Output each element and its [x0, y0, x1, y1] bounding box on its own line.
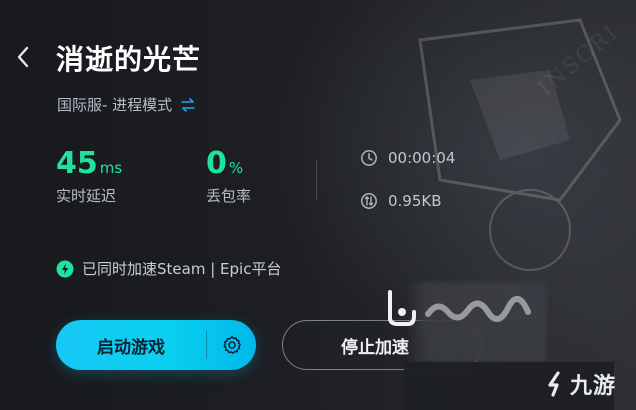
- latency-unit: ms: [99, 159, 123, 177]
- latency-stat: 45 ms 实时延迟: [56, 146, 122, 206]
- stop-acceleration-label: 停止加速: [341, 337, 409, 358]
- platform-sync-text: 已同时加速Steam | Epic平台: [82, 260, 282, 278]
- chevron-left-icon: [17, 46, 29, 68]
- clock-icon: [360, 149, 378, 167]
- duration-value: 00:00:04: [388, 149, 456, 167]
- accelerator-panel: INSCRI 消逝的光芒 国际服- 进程模式 45 ms 实时延迟 0 % 丢包…: [0, 0, 636, 410]
- packet-loss-unit: %: [228, 159, 244, 177]
- game-title: 消逝的光芒: [56, 43, 202, 76]
- swap-arrows-icon[interactable]: [180, 97, 196, 112]
- packet-loss-stat: 0 % 丢包率: [206, 146, 251, 206]
- packet-loss-value: 0: [206, 146, 227, 181]
- gear-icon: [222, 336, 241, 354]
- blurred-watermark-text: [425, 296, 531, 322]
- traffic-info: 0.95KB: [360, 192, 442, 210]
- packet-loss-label: 丢包率: [206, 187, 252, 205]
- traffic-value: 0.95KB: [388, 192, 442, 210]
- platform-sync-notice: 已同时加速Steam | Epic平台: [56, 258, 281, 279]
- latency-label: 实时延迟: [56, 187, 117, 205]
- launch-game-label: 启动游戏: [97, 337, 165, 358]
- bilibili-watermark-icon: [388, 290, 416, 326]
- jiuyou-watermark-text: 九游: [570, 374, 617, 399]
- launch-game-button[interactable]: 启动游戏: [56, 320, 256, 370]
- server-mode-label: 国际服- 进程模式: [57, 96, 173, 114]
- blurred-overlay: [406, 282, 546, 362]
- server-mode: 国际服- 进程模式: [57, 94, 196, 115]
- duration-info: 00:00:04: [360, 149, 455, 167]
- latency-value: 45: [56, 146, 98, 181]
- bolt-icon: [56, 260, 74, 278]
- jiuyou-logo-icon: [548, 371, 560, 397]
- back-button[interactable]: [10, 44, 36, 70]
- launch-settings-button[interactable]: [207, 320, 256, 370]
- traffic-icon: [360, 192, 378, 210]
- stats-divider: [316, 160, 317, 200]
- jiuyou-watermark-logo: 九游: [546, 368, 616, 400]
